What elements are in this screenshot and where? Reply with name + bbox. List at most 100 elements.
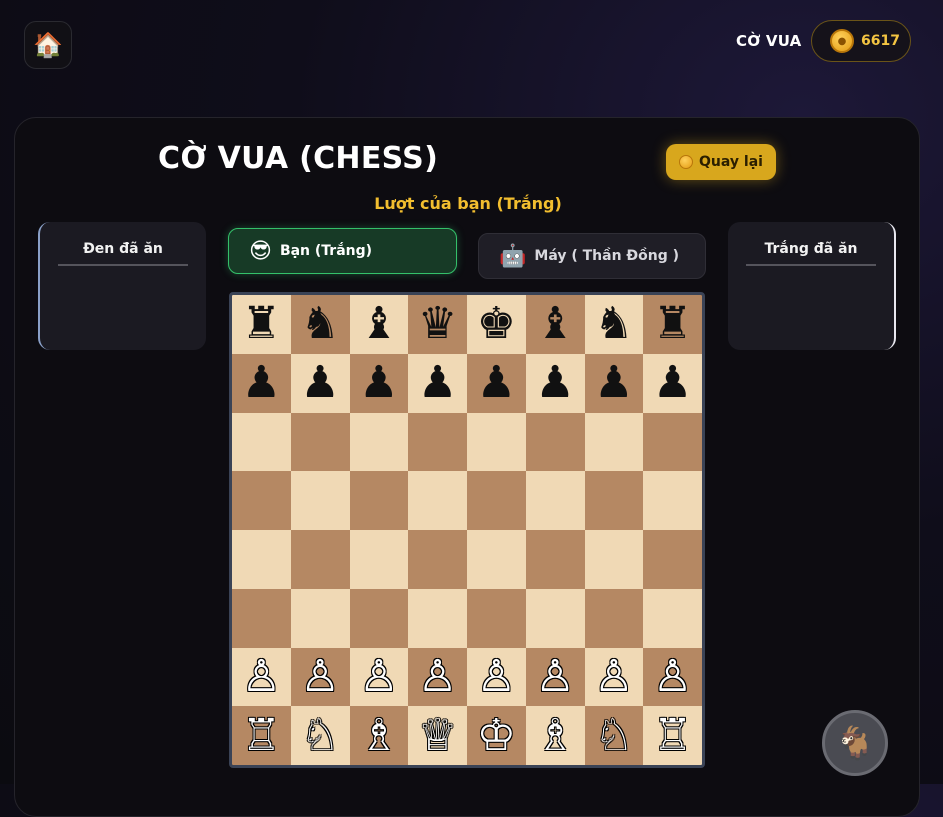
square-c4[interactable]: [349, 530, 409, 589]
square-b1[interactable]: ♘: [290, 706, 350, 765]
chess-piece[interactable]: ♙: [653, 654, 692, 699]
chess-piece[interactable]: ♟: [300, 361, 339, 405]
square-h4[interactable]: [643, 530, 702, 589]
square-e4[interactable]: [467, 530, 526, 589]
square-g2[interactable]: ♙: [584, 647, 644, 707]
square-a3[interactable]: [232, 588, 291, 648]
square-f4[interactable]: [525, 530, 585, 589]
square-a1[interactable]: ♖: [232, 706, 291, 765]
chess-piece[interactable]: ♚: [477, 302, 516, 346]
square-e3[interactable]: [467, 588, 526, 648]
square-g4[interactable]: [584, 530, 644, 589]
square-d7[interactable]: ♟: [408, 353, 467, 413]
square-a6[interactable]: [232, 412, 291, 472]
square-h6[interactable]: [643, 412, 702, 472]
chess-piece[interactable]: ♙: [359, 654, 398, 699]
square-d6[interactable]: [408, 412, 467, 472]
player-bot-card: 🤖 Máy ( Thần Đồng ): [478, 233, 706, 279]
chess-piece[interactable]: ♝: [359, 302, 398, 346]
square-c3[interactable]: [349, 588, 409, 648]
square-e6[interactable]: [467, 412, 526, 472]
square-b4[interactable]: [290, 530, 350, 589]
chess-piece[interactable]: ♟: [418, 361, 457, 405]
mascot-button[interactable]: 🐐: [822, 710, 888, 776]
square-g5[interactable]: [584, 471, 644, 530]
chess-piece[interactable]: ♙: [535, 654, 574, 699]
square-a2[interactable]: ♙: [232, 647, 291, 707]
chess-piece[interactable]: ♝: [535, 302, 574, 346]
square-f7[interactable]: ♟: [525, 353, 585, 413]
square-b7[interactable]: ♟: [290, 353, 350, 413]
chess-piece[interactable]: ♟: [359, 361, 398, 405]
home-button[interactable]: 🏠: [24, 21, 72, 69]
chess-piece[interactable]: ♟: [653, 361, 692, 405]
chess-piece[interactable]: ♘: [300, 713, 339, 758]
chess-piece[interactable]: ♗: [535, 713, 574, 758]
chess-piece[interactable]: ♖: [242, 713, 281, 758]
chess-piece[interactable]: ♙: [418, 654, 457, 699]
square-a4[interactable]: [232, 530, 291, 589]
square-b3[interactable]: [290, 588, 350, 648]
chess-piece[interactable]: ♘: [594, 713, 633, 758]
square-b5[interactable]: [290, 471, 350, 530]
square-a8[interactable]: ♜: [232, 295, 291, 354]
square-g8[interactable]: ♞: [584, 295, 644, 354]
square-c8[interactable]: ♝: [349, 295, 409, 354]
square-d2[interactable]: ♙: [408, 647, 467, 707]
square-h5[interactable]: [643, 471, 702, 530]
square-d8[interactable]: ♛: [408, 295, 467, 354]
square-f6[interactable]: [525, 412, 585, 472]
square-f8[interactable]: ♝: [525, 295, 585, 354]
square-e7[interactable]: ♟: [467, 353, 526, 413]
square-c5[interactable]: [349, 471, 409, 530]
square-h7[interactable]: ♟: [643, 353, 702, 413]
square-c7[interactable]: ♟: [349, 353, 409, 413]
chess-piece[interactable]: ♖: [653, 713, 692, 758]
chess-piece[interactable]: ♟: [594, 361, 633, 405]
back-button[interactable]: Quay lại: [666, 144, 776, 180]
square-a5[interactable]: [232, 471, 291, 530]
square-h3[interactable]: [643, 588, 702, 648]
chess-piece[interactable]: ♔: [477, 713, 516, 758]
square-b8[interactable]: ♞: [290, 295, 350, 354]
square-d1[interactable]: ♕: [408, 706, 467, 765]
chess-piece[interactable]: ♜: [653, 302, 692, 346]
chess-piece[interactable]: ♙: [300, 654, 339, 699]
square-g3[interactable]: [584, 588, 644, 648]
square-h8[interactable]: ♜: [643, 295, 702, 354]
chess-piece[interactable]: ♕: [418, 713, 457, 758]
square-f3[interactable]: [525, 588, 585, 648]
square-d3[interactable]: [408, 588, 467, 648]
square-f5[interactable]: [525, 471, 585, 530]
square-b2[interactable]: ♙: [290, 647, 350, 707]
square-g1[interactable]: ♘: [584, 706, 644, 765]
square-e5[interactable]: [467, 471, 526, 530]
chess-piece[interactable]: ♛: [418, 302, 457, 346]
chess-piece[interactable]: ♞: [594, 302, 633, 346]
square-c6[interactable]: [349, 412, 409, 472]
square-f1[interactable]: ♗: [525, 706, 585, 765]
square-d5[interactable]: [408, 471, 467, 530]
chess-piece[interactable]: ♟: [477, 361, 516, 405]
chess-piece[interactable]: ♙: [594, 654, 633, 699]
square-e2[interactable]: ♙: [467, 647, 526, 707]
chess-piece[interactable]: ♟: [535, 361, 574, 405]
square-f2[interactable]: ♙: [525, 647, 585, 707]
square-d4[interactable]: [408, 530, 467, 589]
square-e1[interactable]: ♔: [467, 706, 526, 765]
chess-piece[interactable]: ♟: [242, 361, 281, 405]
square-h1[interactable]: ♖: [643, 706, 702, 765]
chess-piece[interactable]: ♗: [359, 713, 398, 758]
square-c2[interactable]: ♙: [349, 647, 409, 707]
square-g6[interactable]: [584, 412, 644, 472]
chess-piece[interactable]: ♜: [242, 302, 281, 346]
square-a7[interactable]: ♟: [232, 353, 291, 413]
square-h2[interactable]: ♙: [643, 647, 702, 707]
square-e8[interactable]: ♚: [467, 295, 526, 354]
chess-piece[interactable]: ♙: [477, 654, 516, 699]
square-b6[interactable]: [290, 412, 350, 472]
chess-piece[interactable]: ♞: [300, 302, 339, 346]
square-c1[interactable]: ♗: [349, 706, 409, 765]
chess-piece[interactable]: ♙: [242, 654, 281, 699]
square-g7[interactable]: ♟: [584, 353, 644, 413]
